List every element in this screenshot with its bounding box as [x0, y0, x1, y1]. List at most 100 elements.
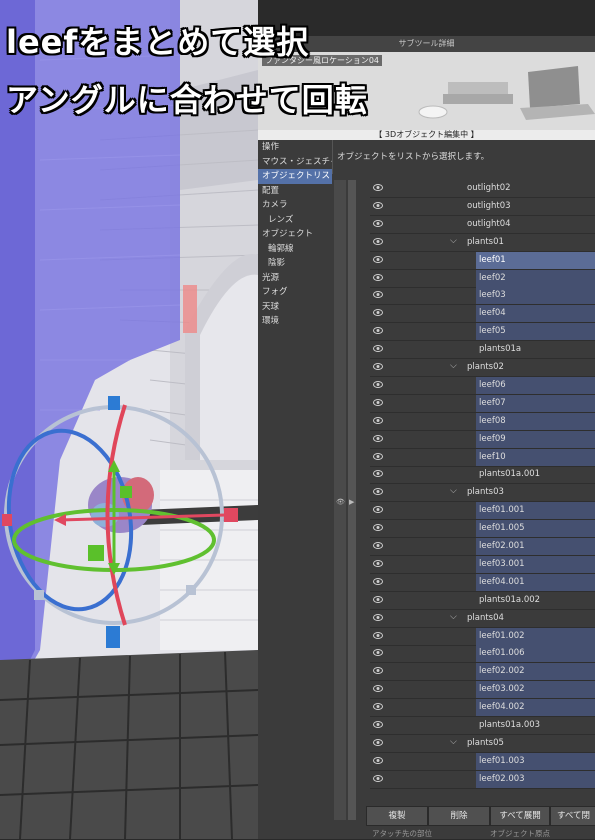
tree-row[interactable]: outlight02 [370, 180, 595, 198]
tree-row[interactable]: ⌵ plants04 [370, 610, 595, 628]
tree-row[interactable]: leef10 [370, 448, 595, 467]
object-name[interactable]: plants01a.002 [476, 592, 595, 609]
object-name[interactable]: leef03.002 [476, 681, 595, 699]
visibility-eye-icon[interactable] [373, 506, 383, 514]
tree-row[interactable]: leef09 [370, 430, 595, 449]
visibility-eye-icon[interactable] [373, 685, 383, 693]
object-name[interactable]: leef04.002 [476, 699, 595, 717]
visibility-eye-icon[interactable] [373, 184, 383, 191]
tree-row[interactable]: ⌵ plants01 [370, 234, 595, 252]
collapse-all-button[interactable]: すべて閉 [550, 806, 595, 826]
tree-row[interactable]: ⌵ plants02 [370, 359, 595, 377]
tree-row[interactable]: plants01a.002 [370, 592, 595, 610]
object-name[interactable]: outlight02 [464, 180, 595, 197]
tree-row[interactable]: leef03.002 [370, 681, 595, 700]
tree-row[interactable]: leef01.006 [370, 645, 595, 664]
tree-row[interactable]: leef01.001 [370, 502, 595, 521]
expand-arrow-icon[interactable]: ▶ [349, 498, 354, 506]
menu-item[interactable]: 光源 [258, 271, 332, 286]
tree-row[interactable]: ⌵ plants03 [370, 484, 595, 503]
object-name[interactable]: outlight04 [464, 216, 595, 233]
tree-row[interactable]: plants01a [370, 341, 595, 360]
object-name[interactable]: leef07 [476, 394, 595, 412]
chevron-down-icon[interactable]: ⌵ [450, 486, 457, 496]
object-name[interactable]: plants01 [464, 234, 595, 251]
visibility-eye-icon[interactable] [373, 452, 383, 460]
visibility-eye-icon[interactable] [373, 219, 383, 227]
eye-toggle-icon[interactable]: 👁 [336, 498, 345, 506]
visibility-eye-icon[interactable] [373, 434, 383, 442]
visibility-eye-icon[interactable] [373, 542, 383, 549]
object-name[interactable]: leef10 [476, 448, 595, 466]
visibility-strip[interactable]: 👁 [334, 180, 346, 820]
tree-row[interactable]: leef04.002 [370, 699, 595, 718]
visibility-eye-icon[interactable] [373, 255, 383, 263]
tree-row[interactable]: leef02.002 [370, 663, 595, 682]
chevron-down-icon[interactable]: ⌵ [450, 361, 457, 371]
visibility-eye-icon[interactable] [373, 345, 383, 353]
tree-row[interactable]: leef08 [370, 412, 595, 431]
object-name[interactable]: leef09 [476, 430, 595, 448]
visibility-eye-icon[interactable] [373, 488, 383, 496]
tree-row[interactable]: plants01a.001 [370, 466, 595, 485]
object-name[interactable]: plants01a [476, 341, 595, 358]
visibility-eye-icon[interactable] [373, 703, 383, 711]
menu-item[interactable]: 輪郭線 [258, 242, 332, 257]
object-name[interactable]: outlight03 [464, 198, 595, 215]
expand-all-button[interactable]: すべて展開 [490, 806, 550, 826]
tree-row[interactable]: ⌵ plants05 [370, 735, 595, 753]
object-name[interactable]: leef01.001 [476, 502, 595, 520]
visibility-eye-icon[interactable] [373, 416, 383, 424]
visibility-eye-icon[interactable] [373, 470, 383, 478]
visibility-eye-icon[interactable] [373, 363, 383, 370]
chevron-down-icon[interactable]: ⌵ [450, 737, 457, 747]
object-name[interactable]: leef01.006 [476, 645, 595, 663]
object-name[interactable]: leef03 [476, 287, 595, 305]
menu-item[interactable]: オブジェクトリスト [258, 169, 332, 184]
visibility-eye-icon[interactable] [373, 398, 383, 406]
visibility-eye-icon[interactable] [373, 738, 383, 746]
tree-row[interactable]: leef06 [370, 376, 595, 395]
visibility-eye-icon[interactable] [373, 595, 383, 603]
visibility-eye-icon[interactable] [373, 667, 383, 675]
tree-row[interactable]: leef07 [370, 394, 595, 413]
object-name[interactable]: leef02.002 [476, 663, 595, 681]
tree-row[interactable]: leef02.003 [370, 770, 595, 789]
delete-button[interactable]: 削除 [428, 806, 490, 826]
visibility-eye-icon[interactable] [373, 237, 383, 245]
menu-item[interactable]: カメラ [258, 198, 332, 213]
object-name[interactable]: leef03.001 [476, 555, 595, 573]
object-name[interactable]: plants01a.003 [476, 717, 595, 734]
visibility-eye-icon[interactable] [373, 613, 383, 621]
tree-row[interactable]: leef01 [370, 251, 595, 270]
menu-item[interactable]: 操作 [258, 140, 332, 155]
object-name[interactable]: leef01.005 [476, 520, 595, 538]
object-name[interactable]: plants03 [464, 484, 595, 501]
tree-row[interactable]: outlight04 [370, 216, 595, 234]
object-name[interactable]: leef04.001 [476, 573, 595, 591]
visibility-eye-icon[interactable] [373, 273, 383, 281]
menu-item[interactable]: 配置 [258, 184, 332, 199]
visibility-eye-icon[interactable] [373, 559, 383, 567]
object-name[interactable]: plants05 [464, 735, 595, 752]
object-name[interactable]: leef04 [476, 305, 595, 323]
menu-item[interactable]: 環境 [258, 314, 332, 329]
menu-item[interactable]: マウス・ジェスチャー [258, 155, 332, 170]
visibility-eye-icon[interactable] [373, 577, 383, 585]
visibility-eye-icon[interactable] [373, 649, 383, 657]
tree-row[interactable]: leef02.001 [370, 538, 595, 556]
object-name[interactable]: plants01a.001 [476, 466, 595, 483]
tree-row[interactable]: leef04.001 [370, 573, 595, 592]
tree-row[interactable]: plants01a.003 [370, 717, 595, 735]
tree-row[interactable]: leef01.002 [370, 627, 595, 646]
scene-canvas[interactable] [0, 0, 258, 839]
menu-item[interactable]: 陰影 [258, 256, 332, 271]
visibility-eye-icon[interactable] [373, 774, 383, 782]
tree-row[interactable]: leef03 [370, 287, 595, 306]
tree-row[interactable]: leef01.003 [370, 752, 595, 771]
menu-item[interactable]: オブジェクト [258, 227, 332, 242]
tree-row[interactable]: outlight03 [370, 198, 595, 216]
object-name[interactable]: plants02 [464, 359, 595, 376]
visibility-eye-icon[interactable] [373, 309, 383, 317]
tree-row[interactable]: leef03.001 [370, 555, 595, 574]
